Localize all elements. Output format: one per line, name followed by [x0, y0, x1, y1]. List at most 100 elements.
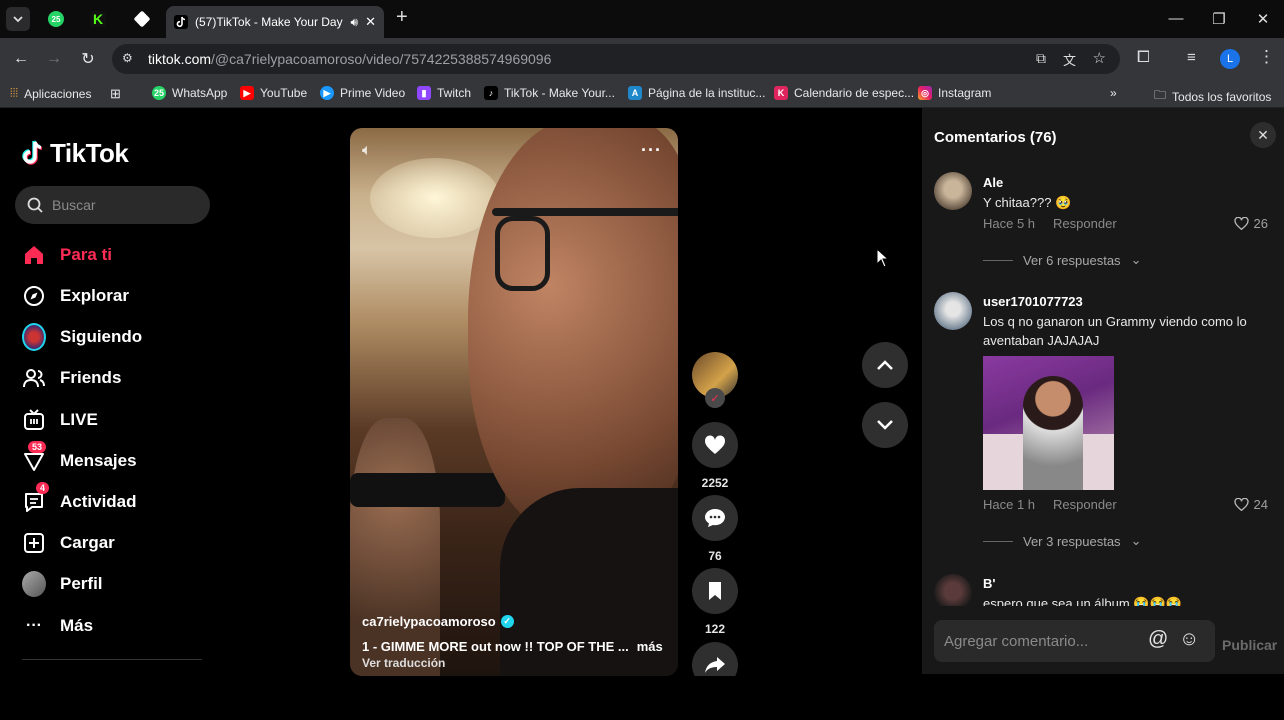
back-button[interactable]: ←	[12, 50, 30, 68]
comment-text: espero que sea un álbum 😭😭😭	[983, 594, 1253, 606]
emoji-icon[interactable]: ☺	[1179, 628, 1199, 651]
profile-avatar-icon	[22, 571, 46, 597]
minimize-button[interactable]: —	[1166, 10, 1186, 27]
view-replies-button[interactable]: Ver 6 respuestas ⌄	[983, 252, 1141, 268]
comment-action[interactable]: 76	[692, 495, 738, 563]
all-bookmarks[interactable]: 🗀︎ Todos los favoritos	[1154, 86, 1271, 107]
bookmark-twitch[interactable]: ▮ Twitch	[417, 86, 471, 100]
previous-video-button[interactable]	[862, 342, 908, 388]
volume-icon[interactable]: 🔈︎	[362, 142, 372, 160]
video-frame-lens	[495, 216, 550, 291]
comment-like-button[interactable]: 26	[1233, 216, 1268, 231]
bookmark-tiktok[interactable]: ♪ TikTok - Make Your...	[484, 86, 615, 100]
bookmark-star-icon[interactable]: ☆	[1093, 49, 1106, 67]
bookmarks-overflow[interactable]: »	[1110, 86, 1117, 100]
comment-input[interactable]: Agregar comentario... @ ☺	[934, 620, 1215, 662]
chevron-down-icon: ⌄	[1130, 533, 1142, 548]
comment-emoji: 😭😭😭	[1133, 596, 1182, 606]
verified-badge-icon: ✓	[500, 615, 514, 628]
comment-avatar[interactable]	[934, 292, 972, 330]
bookmark-prime-video[interactable]: ▶ Prime Video	[320, 86, 405, 100]
search-input[interactable]: Buscar	[15, 186, 210, 224]
nav-cargar[interactable]: Cargar	[22, 531, 115, 555]
media-controls-icon[interactable]: ≡	[1187, 49, 1196, 66]
nav-friends[interactable]: Friends	[22, 366, 121, 390]
nav-mensajes[interactable]: 53 Mensajes	[22, 441, 137, 473]
pinned-tab-whatsapp[interactable]: 25	[44, 7, 68, 31]
bookmark-youtube[interactable]: ▶ YouTube	[240, 86, 307, 100]
save-action[interactable]: 122	[692, 568, 738, 636]
nav-mas[interactable]: ··· Más	[22, 614, 93, 638]
profile-avatar[interactable]: L	[1220, 49, 1240, 69]
menu-kebab-icon[interactable]: ⋮	[1258, 47, 1275, 67]
comment-image-figure	[1023, 376, 1083, 490]
comment-image[interactable]	[983, 356, 1114, 490]
install-app-icon[interactable]: ⧉	[1036, 50, 1046, 67]
like-action[interactable]: 2252	[692, 422, 738, 490]
forward-button[interactable]: →	[45, 50, 63, 68]
tab-search-button[interactable]	[6, 7, 30, 31]
tiktok-favicon-icon	[174, 15, 188, 29]
mention-icon[interactable]: @	[1148, 628, 1168, 651]
following-check-icon[interactable]: ✓	[705, 388, 725, 408]
heart-icon	[704, 435, 726, 454]
restore-button[interactable]: ❐	[1209, 10, 1229, 28]
close-window-button[interactable]: ✕	[1253, 10, 1273, 28]
video-player[interactable]: 🔈︎ ··· ca7rielypacoamoroso ✓ 1 - GIMME M…	[350, 128, 678, 676]
comment-like-button[interactable]: 24	[1233, 497, 1268, 512]
reply-button[interactable]: Responder	[1053, 216, 1117, 231]
comment-avatar[interactable]	[934, 172, 972, 210]
upload-plus-icon	[22, 531, 46, 555]
nav-siguiendo[interactable]: Siguiendo	[22, 323, 142, 351]
nav-explorar[interactable]: Explorar	[22, 284, 129, 308]
comment-username[interactable]: user1701077723	[983, 294, 1083, 309]
bookmark-instagram[interactable]: ◎ Instagram	[918, 86, 991, 100]
video-options-icon[interactable]: ···	[641, 140, 662, 161]
bookmark-whatsapp[interactable]: 25 WhatsApp	[152, 86, 227, 100]
close-tab-icon[interactable]: ✕	[365, 14, 376, 30]
nav-actividad[interactable]: 4 Actividad	[22, 482, 137, 514]
active-tab[interactable]: (57)TikTok - Make Your Day 🔊︎ ✕	[166, 6, 384, 38]
url-path: /@ca7rielypacoamoroso/video/757422538857…	[211, 51, 552, 67]
reply-button[interactable]: Responder	[1053, 497, 1117, 512]
pinned-tab-kick[interactable]: K	[86, 7, 110, 31]
site-info-icon[interactable]: ⚙︎	[122, 51, 133, 65]
close-comments-button[interactable]: ✕	[1250, 122, 1276, 148]
nav-para-ti[interactable]: Para ti	[22, 243, 112, 267]
bookmark-apps[interactable]: ⦙⦙⦙ Aplicaciones	[10, 86, 91, 101]
bookmark-institution[interactable]: A Página de la instituc...	[628, 86, 765, 100]
nav-perfil[interactable]: Perfil	[22, 571, 103, 597]
folder-icon: 🗀︎	[1154, 88, 1167, 102]
url-host: tiktok.com	[148, 51, 212, 67]
translate-link[interactable]: Ver traducción	[362, 656, 445, 670]
address-bar[interactable]: ⚙︎ tiktok.com/@ca7rielypacoamoroso/video…	[112, 44, 1120, 74]
tiktok-logo[interactable]: TikTok	[22, 138, 129, 169]
activity-icon: 4	[22, 482, 50, 514]
nav-live[interactable]: LIVE	[22, 408, 98, 432]
pinned-tab-other[interactable]	[130, 7, 154, 31]
tiktok-icon: ♪	[484, 86, 498, 100]
new-tab-button[interactable]: +	[396, 6, 408, 29]
extensions-icon[interactable]: ⧠	[1137, 49, 1150, 67]
chevron-up-icon	[877, 360, 893, 370]
reload-button[interactable]: ↻	[79, 50, 97, 68]
more-button[interactable]: más	[637, 639, 663, 654]
tab-title: (57)TikTok - Make Your Day	[195, 15, 343, 29]
view-replies-button[interactable]: Ver 3 respuestas ⌄	[983, 533, 1141, 549]
bookmark-grid[interactable]: ⊞	[110, 86, 121, 102]
bookmark-calendar[interactable]: K Calendario de espec...	[774, 86, 914, 100]
more-dots-icon: ···	[26, 617, 42, 634]
speaker-icon[interactable]: 🔊︎	[351, 15, 359, 30]
comment-time: Hace 1 h	[983, 497, 1036, 512]
comment-partial: B' espero que sea un álbum 😭😭😭	[922, 568, 1284, 606]
comment-username[interactable]: B'	[983, 576, 995, 591]
comment-username[interactable]: Ale	[983, 175, 1003, 190]
comment-emoji: 🥹	[1055, 195, 1072, 210]
video-author[interactable]: ca7rielypacoamoroso ✓	[362, 614, 514, 629]
publish-button[interactable]: Publicar	[1222, 637, 1277, 653]
share-action[interactable]	[692, 642, 738, 676]
next-video-button[interactable]	[862, 402, 908, 448]
grid-icon: ⊞	[110, 86, 121, 101]
translate-icon[interactable]: 文	[1063, 50, 1076, 69]
comment-avatar[interactable]	[934, 574, 972, 606]
